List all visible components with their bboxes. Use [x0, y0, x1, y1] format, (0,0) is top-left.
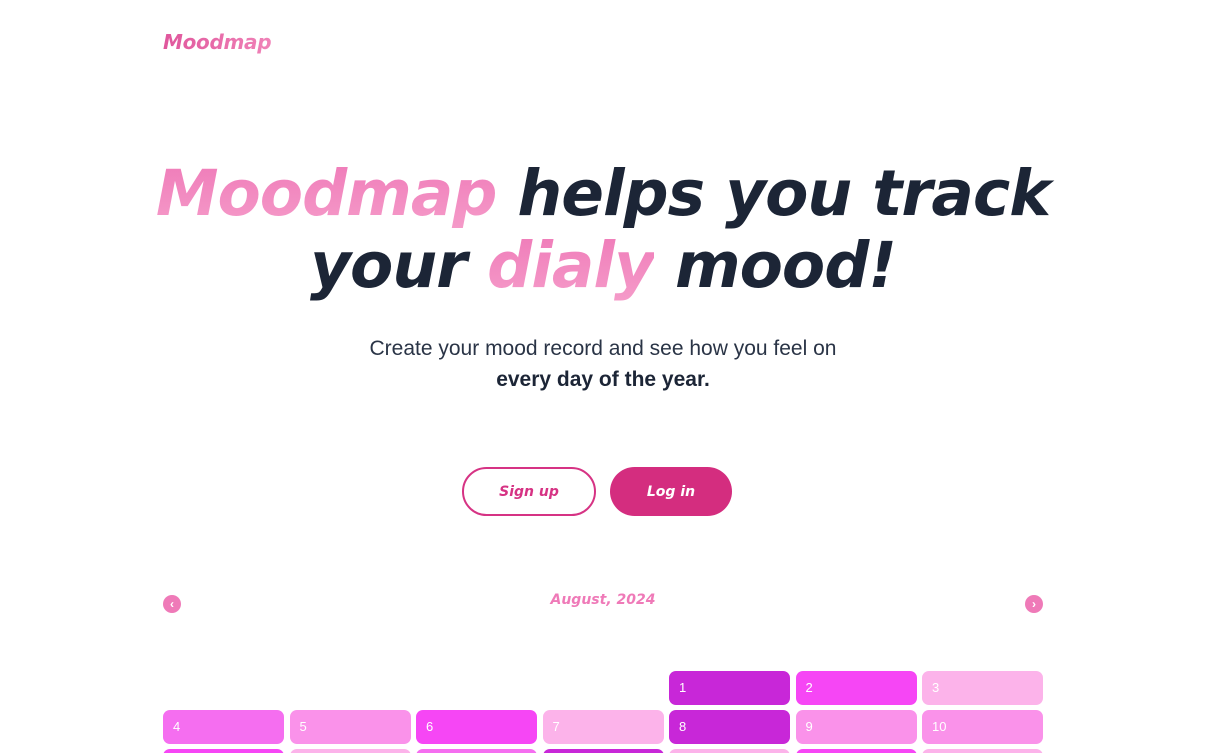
calendar-blank-cell	[290, 671, 411, 705]
calendar-day[interactable]: 12	[289, 749, 411, 753]
calendar-day[interactable]: 9	[795, 710, 917, 744]
hero-subtitle: Create your mood record and see how you …	[0, 333, 1206, 395]
signup-button[interactable]: Sign up	[462, 467, 596, 516]
chevron-right-icon[interactable]: ›	[1025, 595, 1043, 613]
calendar-day[interactable]: 17	[922, 749, 1043, 753]
brand-logo[interactable]: Moodmap	[163, 30, 272, 54]
calendar-blank-cell	[543, 671, 664, 705]
calendar-grid: 1234567891011121314151617	[163, 671, 1043, 753]
calendar-day[interactable]: 4	[163, 710, 284, 744]
subtitle-line-1: Create your mood record and see how you …	[369, 337, 837, 360]
calendar-day[interactable]: 8	[669, 710, 790, 744]
hero-title: Moodmap helps you track your dialy mood!	[0, 158, 1206, 302]
calendar-day[interactable]: 15	[669, 749, 790, 753]
hero-title-text: helps you track	[496, 157, 1051, 230]
calendar-blank-cell	[163, 671, 284, 705]
calendar-day[interactable]: 16	[795, 749, 917, 753]
calendar-day[interactable]: 10	[922, 710, 1043, 744]
hero-title-text-3: mood!	[654, 229, 897, 302]
subtitle-line-2: every day of the year.	[496, 368, 710, 391]
calendar-day[interactable]: 13	[416, 749, 537, 753]
hero-title-highlight: dialy	[487, 229, 655, 302]
calendar-blank-cell	[416, 671, 537, 705]
calendar-day[interactable]: 1	[669, 671, 790, 705]
hero-title-brand: Moodmap	[155, 157, 498, 230]
login-button[interactable]: Log in	[610, 467, 732, 516]
calendar-day[interactable]: 3	[922, 671, 1043, 705]
hero-title-text-2: your	[309, 229, 488, 302]
calendar-day[interactable]: 5	[289, 710, 411, 744]
calendar-day[interactable]: 2	[795, 671, 917, 705]
calendar-day[interactable]: 14	[542, 749, 664, 753]
calendar-day[interactable]: 7	[542, 710, 664, 744]
landing-page: Moodmap Moodmap helps you track your dial…	[0, 0, 1206, 753]
calendar-day[interactable]: 11	[163, 749, 284, 753]
calendar-day[interactable]: 6	[416, 710, 537, 744]
